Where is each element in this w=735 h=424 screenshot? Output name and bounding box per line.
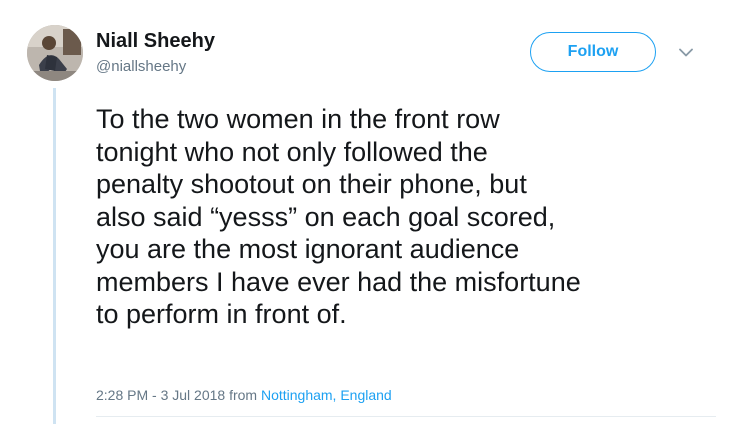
divider — [96, 416, 716, 417]
thread-line — [53, 88, 56, 424]
avatar-photo — [27, 25, 83, 81]
follow-button[interactable]: Follow — [530, 32, 656, 72]
author-name[interactable]: Niall Sheehy — [96, 30, 215, 53]
author-handle[interactable]: @niallsheehy — [96, 58, 186, 75]
timestamp[interactable]: 2:28 PM - 3 Jul 2018 — [96, 387, 225, 403]
avatar[interactable] — [27, 25, 83, 81]
location-link[interactable]: Nottingham, England — [261, 387, 392, 403]
from-label: from — [229, 387, 258, 403]
tweet-card: Niall Sheehy @niallsheehy Follow To the … — [0, 0, 735, 424]
tweet-meta: 2:28 PM - 3 Jul 2018 from Nottingham, En… — [96, 387, 392, 403]
chevron-down-icon — [679, 48, 693, 56]
tweet-text: To the two women in the front row tonigh… — [96, 104, 581, 329]
more-options-button[interactable] — [677, 45, 695, 59]
